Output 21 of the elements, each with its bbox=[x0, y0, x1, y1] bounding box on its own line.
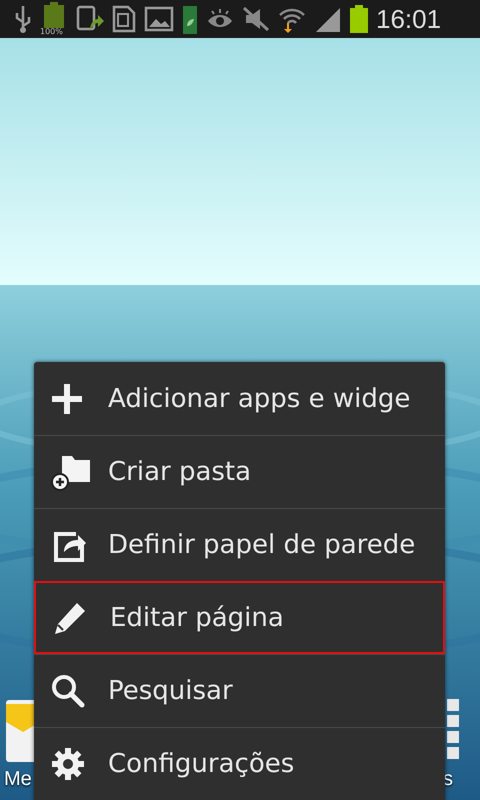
sim-card-icon bbox=[112, 5, 136, 33]
menu-item[interactable]: Adicionar apps e widge bbox=[34, 362, 445, 435]
app-label: Me bbox=[4, 768, 32, 791]
usb-icon bbox=[14, 4, 32, 34]
battery-leaf-icon bbox=[182, 4, 198, 34]
search-icon bbox=[50, 673, 86, 709]
menu-item[interactable]: Criar pasta bbox=[34, 435, 445, 508]
mute-icon bbox=[242, 6, 270, 32]
signal-icon bbox=[314, 6, 342, 32]
plus-icon bbox=[50, 382, 84, 416]
menu-item[interactable]: Pesquisar bbox=[34, 654, 445, 727]
settings-icon bbox=[50, 746, 86, 782]
phone-upload-icon bbox=[76, 5, 104, 33]
menu-item[interactable]: Configurações bbox=[34, 727, 445, 800]
battery-percent: 100% bbox=[40, 27, 63, 36]
battery-icon bbox=[43, 2, 65, 28]
image-icon bbox=[144, 6, 174, 32]
menu-item[interactable]: Editar página bbox=[34, 581, 445, 654]
battery-icon bbox=[350, 5, 368, 33]
menu-item[interactable]: Definir papel de parede bbox=[34, 508, 445, 581]
clock-time: 16:01 bbox=[376, 4, 442, 34]
